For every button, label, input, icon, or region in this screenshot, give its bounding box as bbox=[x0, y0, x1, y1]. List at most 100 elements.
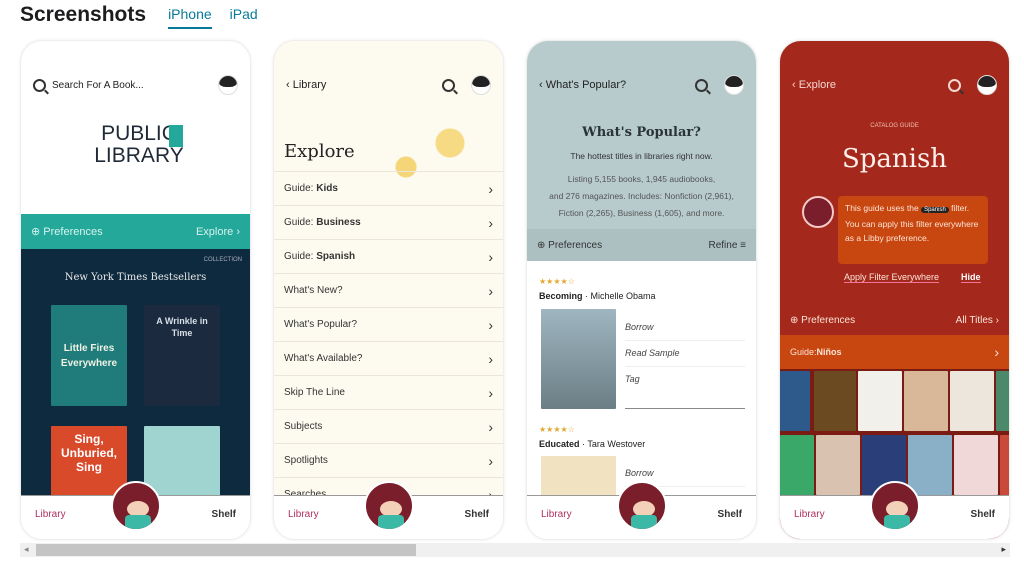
tab-library[interactable]: Library bbox=[288, 509, 319, 520]
row-label: Skip The Line bbox=[284, 387, 345, 398]
search-bar[interactable]: Search For A Book... bbox=[33, 75, 238, 95]
book-cover[interactable] bbox=[780, 371, 810, 431]
avatar-icon[interactable] bbox=[471, 75, 491, 95]
page-title: What's Popular? bbox=[582, 125, 701, 140]
search-icon bbox=[33, 78, 46, 92]
libby-mascot-button[interactable] bbox=[616, 481, 667, 531]
book-title-line[interactable]: Becoming · Michelle Obama bbox=[539, 291, 656, 301]
tab-library[interactable]: Library bbox=[35, 509, 66, 520]
book-cover-little-fires[interactable]: Little Fires Everywhere bbox=[51, 305, 127, 406]
explore-row[interactable]: Subjects › bbox=[274, 409, 503, 443]
scrollbar-thumb[interactable] bbox=[36, 544, 416, 556]
screenshot-3[interactable]: ‹ What's Popular? What's Popular? The ho… bbox=[526, 40, 757, 540]
row-label: Guide: Spanish bbox=[284, 251, 356, 262]
chevron-right-icon: › bbox=[488, 350, 493, 367]
book-cover[interactable] bbox=[814, 371, 856, 431]
avatar-icon[interactable] bbox=[977, 75, 997, 95]
guide-ninos-row[interactable]: Guide: Niños › bbox=[780, 335, 1009, 369]
book-cover[interactable] bbox=[996, 371, 1009, 431]
collection-panel: COLLECTION New York Times Bestsellers Li… bbox=[21, 249, 250, 506]
subtitle: The hottest titles in libraries right no… bbox=[570, 151, 713, 161]
chevron-right-icon: › bbox=[488, 418, 493, 435]
rating-stars: ★★★★☆ bbox=[539, 277, 575, 286]
row-label: What's New? bbox=[284, 285, 343, 296]
search-placeholder: Search For A Book... bbox=[52, 79, 144, 91]
explore-row[interactable]: What's New? › bbox=[274, 273, 503, 307]
book-cover-wrinkle-in-time[interactable]: A Wrinkle in Time bbox=[144, 305, 220, 406]
explore-row[interactable]: Spotlights › bbox=[274, 443, 503, 477]
section-title: Screenshots bbox=[20, 3, 147, 26]
all-titles-button[interactable]: All Titles › bbox=[956, 315, 999, 326]
explore-row[interactable]: What's Popular? › bbox=[274, 307, 503, 341]
screenshots-header: Screenshots iPhone iPad bbox=[20, 0, 276, 30]
apply-filter-button[interactable]: Apply Filter Everywhere bbox=[844, 272, 940, 283]
book-cover[interactable] bbox=[1000, 435, 1009, 495]
row-label: What's Popular? bbox=[284, 319, 358, 330]
chevron-right-icon: › bbox=[488, 316, 493, 333]
explore-row[interactable]: Guide: Kids › bbox=[274, 171, 503, 205]
preferences-button[interactable]: ⊕ Preferences bbox=[537, 240, 602, 251]
screenshot-4[interactable]: ‹ Explore CATALOG GUIDE Spanish This gui… bbox=[779, 40, 1010, 540]
book-cover[interactable] bbox=[858, 371, 902, 431]
book-cover[interactable] bbox=[954, 435, 998, 495]
search-icon[interactable] bbox=[948, 78, 961, 92]
explore-row[interactable]: What's Available? › bbox=[274, 341, 503, 375]
tab-library[interactable]: Library bbox=[541, 509, 572, 520]
row-label: Subjects bbox=[284, 421, 323, 432]
book-cover[interactable] bbox=[950, 371, 994, 431]
book-cover[interactable] bbox=[780, 435, 814, 495]
back-button[interactable]: ‹ Library bbox=[286, 79, 326, 91]
chevron-right-icon: › bbox=[488, 180, 493, 197]
tab-shelf[interactable]: Shelf bbox=[465, 509, 489, 520]
row-label: Spotlights bbox=[284, 455, 328, 466]
book-cover[interactable] bbox=[816, 435, 860, 495]
explore-row[interactable]: Skip The Line › bbox=[274, 375, 503, 409]
scroll-left-arrow[interactable]: ◂ bbox=[24, 544, 29, 555]
chevron-right-icon: › bbox=[488, 214, 493, 231]
scroll-right-arrow[interactable]: ▸ bbox=[1001, 544, 1006, 555]
libby-mascot-button[interactable] bbox=[363, 481, 414, 531]
chevron-right-icon: › bbox=[488, 282, 493, 299]
tab-ipad[interactable]: iPad bbox=[230, 6, 258, 24]
explore-button[interactable]: Explore › bbox=[196, 226, 240, 238]
action-list: Borrow Read Sample Tag bbox=[625, 315, 745, 392]
book-cover[interactable] bbox=[904, 371, 948, 431]
borrow-button[interactable]: Borrow bbox=[625, 315, 745, 341]
tab-shelf[interactable]: Shelf bbox=[718, 509, 742, 520]
preferences-button[interactable]: ⊕ Preferences bbox=[31, 225, 103, 238]
row-label: Guide: Kids bbox=[284, 183, 338, 194]
avatar-icon[interactable] bbox=[724, 75, 744, 95]
tab-shelf[interactable]: Shelf bbox=[212, 509, 236, 520]
listing-summary: Listing 5,155 books, 1,945 audiobooks, an… bbox=[549, 174, 734, 218]
page-title: Explore bbox=[284, 141, 355, 162]
read-sample-button[interactable]: Read Sample bbox=[625, 341, 745, 367]
book-cover[interactable] bbox=[908, 435, 952, 495]
book-cover-becoming[interactable] bbox=[541, 309, 616, 409]
row-label: What's Available? bbox=[284, 353, 363, 364]
screenshot-1[interactable]: Search For A Book... PUBLIC LIBRARY ⊕ Pr… bbox=[20, 40, 251, 540]
libby-mascot-button[interactable] bbox=[869, 481, 920, 531]
explore-row[interactable]: Guide: Spanish › bbox=[274, 239, 503, 273]
explore-row[interactable]: Guide: Business › bbox=[274, 205, 503, 239]
search-icon[interactable] bbox=[695, 78, 708, 92]
book-title-line[interactable]: Educated · Tara Westover bbox=[539, 439, 645, 449]
libby-mascot-button[interactable] bbox=[110, 481, 161, 531]
tab-shelf[interactable]: Shelf bbox=[971, 509, 995, 520]
search-icon[interactable] bbox=[442, 78, 455, 92]
tab-iphone[interactable]: iPhone bbox=[168, 6, 212, 29]
tab-library[interactable]: Library bbox=[794, 509, 825, 520]
chevron-right-icon: › bbox=[488, 248, 493, 265]
avatar-icon[interactable] bbox=[218, 75, 238, 95]
horizontal-scrollbar[interactable]: ◂ ▸ bbox=[20, 543, 1010, 557]
back-button[interactable]: ‹ Explore bbox=[792, 79, 836, 91]
page-title: Spanish bbox=[841, 144, 948, 174]
collection-label: COLLECTION bbox=[203, 257, 242, 263]
refine-button[interactable]: Refine ≡ bbox=[708, 240, 746, 251]
tag-button[interactable]: Tag bbox=[625, 367, 745, 392]
hide-button[interactable]: Hide bbox=[961, 272, 981, 283]
screenshot-2[interactable]: ‹ Library Explore Guide: Kids › Guide: Bus… bbox=[273, 40, 504, 540]
logo-bookmark bbox=[169, 125, 183, 147]
preferences-button[interactable]: ⊕ Preferences bbox=[790, 315, 855, 326]
back-button[interactable]: ‹ What's Popular? bbox=[539, 79, 626, 91]
chevron-right-icon: › bbox=[488, 384, 493, 401]
